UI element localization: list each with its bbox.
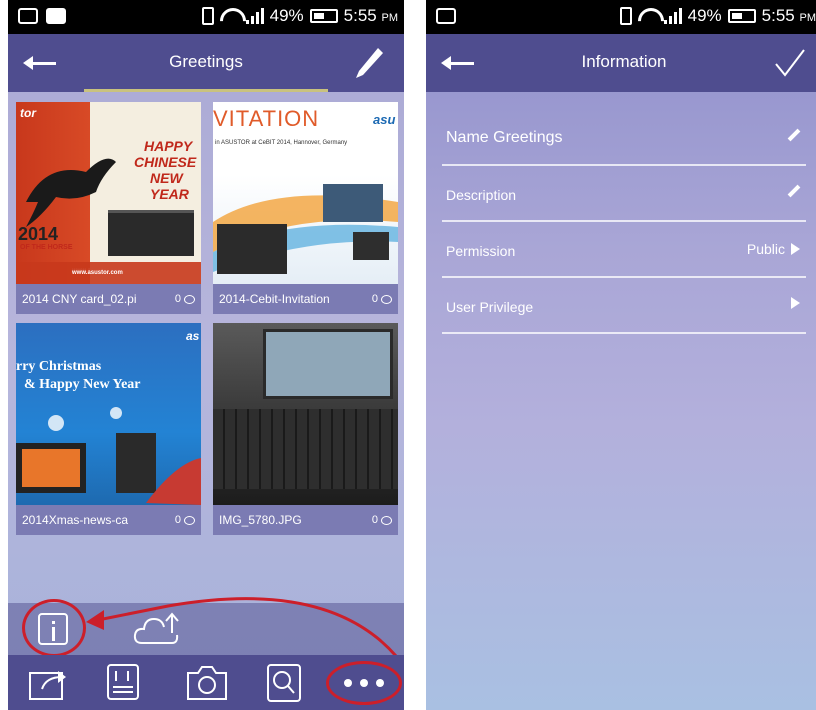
photo-caption: 2014-Cebit-Invitation 0 (213, 284, 398, 314)
bottom-toolbar (8, 655, 404, 710)
permission-label: Permission (446, 243, 516, 259)
image-text: HAPPY (144, 138, 193, 154)
gallery-notification-icon (46, 8, 66, 24)
title-underline (84, 89, 328, 92)
app-bar: Greetings (8, 34, 404, 92)
photo-name: 2014 CNY card_02.pi (22, 292, 137, 306)
comment-icon (381, 515, 392, 525)
image-text: tor (20, 106, 36, 120)
wifi-icon (220, 8, 240, 24)
confirm-check-icon[interactable] (774, 48, 806, 78)
notification-icon (436, 8, 456, 24)
description-row[interactable]: Description (442, 166, 806, 222)
image-text: in ASUSTOR at CeBIT 2014, Hannover, Germ… (215, 140, 348, 146)
camera-icon[interactable] (186, 663, 228, 701)
photo-name: 2014Xmas-news-ca (22, 513, 129, 527)
photo-name: 2014-Cebit-Invitation (219, 292, 330, 306)
chevron-right-icon (791, 243, 800, 255)
battery-percent: 49% (269, 6, 304, 25)
cebit-illustration (213, 184, 398, 274)
photo-thumbnail[interactable]: tor HAPPY CHINESE NEW YEAR 2014 OF THE H… (16, 102, 201, 284)
photo-tile[interactable]: IMG_5780.JPG 0 (213, 323, 398, 535)
highlight-ring (326, 661, 402, 705)
photo-name: IMG_5780.JPG (219, 513, 302, 527)
image-text: VITATION (213, 106, 320, 131)
vibrate-icon (201, 7, 214, 25)
permission-row[interactable]: Permission Public (442, 222, 806, 278)
screen-title: Information (581, 52, 667, 71)
photo-thumbnail[interactable]: as rry Christmas & Happy New Year (16, 323, 201, 505)
image-text: CHINESE (134, 154, 197, 170)
image-url-text: www.asustor.com (72, 270, 123, 276)
comment-icon (184, 515, 195, 525)
comment-count: 0 (372, 293, 392, 305)
photo-caption: 2014 CNY card_02.pi 0 (16, 284, 201, 314)
information-screen: 49% 5:55 PM Information Name Greetings D… (426, 0, 816, 710)
user-privilege-row[interactable]: User Privilege (442, 278, 806, 334)
image-text: 2014 (18, 224, 59, 244)
battery-icon (727, 9, 756, 23)
signal-icon (245, 8, 264, 24)
comment-icon (381, 294, 392, 304)
battery-percent: 49% (687, 6, 722, 25)
photo-tile[interactable]: tor HAPPY CHINESE NEW YEAR 2014 OF THE H… (16, 102, 201, 314)
vibrate-icon (619, 7, 632, 25)
status-bar: 49% 5:55 PM (426, 0, 816, 34)
edit-description-icon[interactable] (788, 185, 800, 197)
gallery-screen: 49% 5:55 PM Greetings tor HAPPY CHINESE … (8, 0, 404, 710)
photo-caption: 2014Xmas-news-ca 0 (16, 505, 201, 535)
status-bar: 49% 5:55 PM (8, 0, 404, 34)
image-text: OF THE HORSE (20, 244, 73, 251)
photo-caption: IMG_5780.JPG 0 (213, 505, 398, 535)
wifi-icon (638, 8, 658, 24)
photo-thumbnail[interactable] (213, 323, 398, 505)
search-icon[interactable] (266, 663, 302, 703)
notification-icon (18, 8, 38, 24)
user-privilege-label: User Privilege (446, 299, 534, 315)
comment-count: 0 (372, 514, 392, 526)
photo-tile[interactable]: VITATION asu in ASUSTOR at CeBIT 2014, H… (213, 102, 398, 314)
image-text: rry Christmas (16, 359, 102, 374)
edit-name-icon[interactable] (788, 129, 800, 141)
highlight-ring (22, 599, 86, 657)
edit-pencil-icon[interactable] (354, 46, 384, 80)
album-title: Greetings (169, 52, 243, 71)
photo-tile[interactable]: as rry Christmas & Happy New Year 2014Xm… (16, 323, 201, 535)
chevron-right-icon (791, 297, 800, 309)
description-label: Description (446, 187, 517, 203)
image-text: asu (373, 112, 396, 127)
photo-thumbnail[interactable]: VITATION asu in ASUSTOR at CeBIT 2014, H… (213, 102, 398, 284)
comment-count: 0 (175, 293, 195, 305)
signal-icon (663, 8, 682, 24)
clock: 5:55 PM (761, 6, 816, 25)
comment-count: 0 (175, 514, 195, 526)
sort-icon[interactable] (106, 663, 140, 703)
comment-icon (184, 294, 195, 304)
name-label: Name Greetings (446, 129, 563, 146)
battery-icon (309, 9, 338, 23)
share-icon[interactable] (28, 665, 72, 701)
image-text: NEW (150, 170, 183, 186)
image-text: & Happy New Year (24, 377, 141, 392)
name-row[interactable]: Name Greetings (442, 110, 806, 166)
app-bar: Information (426, 34, 816, 92)
image-text: YEAR (150, 186, 189, 202)
xmas-illustration (16, 407, 201, 505)
clock: 5:55 PM (343, 6, 398, 25)
image-text: as (186, 329, 200, 343)
permission-value: Public (746, 241, 785, 257)
